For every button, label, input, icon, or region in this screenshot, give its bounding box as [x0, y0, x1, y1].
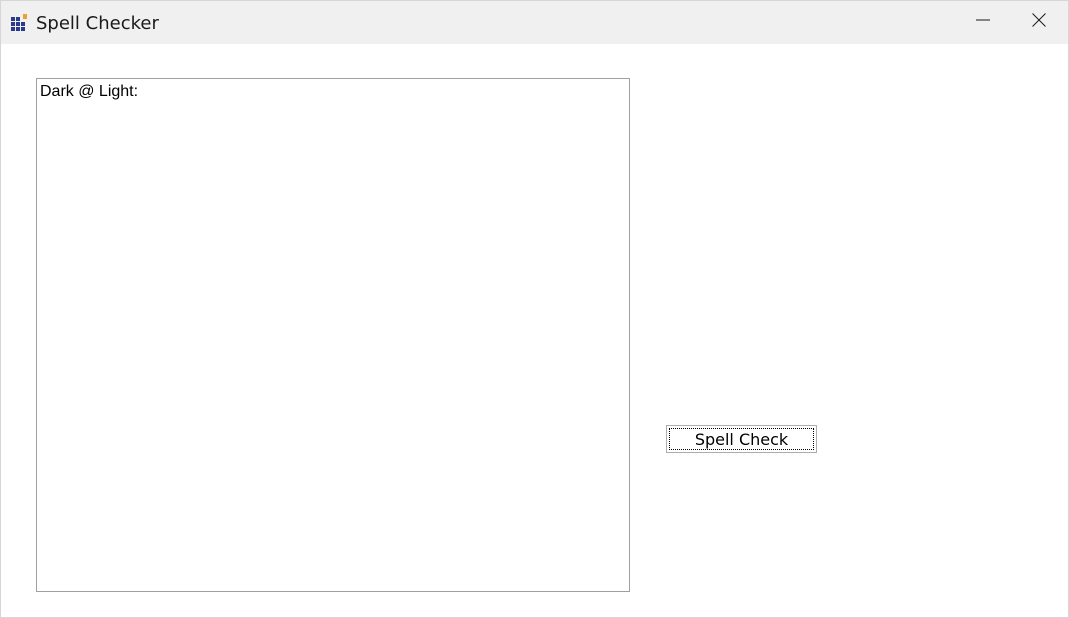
minimize-button[interactable]: [955, 1, 1011, 44]
app-grid-icon: [11, 14, 28, 31]
title-bar[interactable]: Spell Checker: [1, 1, 1068, 44]
app-window: Spell Checker Dark @ Light: Spell Check: [0, 0, 1069, 618]
client-area: Dark @ Light: Spell Check: [1, 44, 1068, 617]
spell-check-button-label: Spell Check: [669, 428, 814, 450]
window-title: Spell Checker: [36, 13, 159, 34]
close-icon: [1032, 13, 1046, 32]
close-button[interactable]: [1011, 1, 1067, 44]
spell-check-button[interactable]: Spell Check: [666, 425, 817, 453]
text-input-area[interactable]: Dark @ Light:: [36, 78, 630, 592]
minimize-icon: [976, 13, 990, 32]
